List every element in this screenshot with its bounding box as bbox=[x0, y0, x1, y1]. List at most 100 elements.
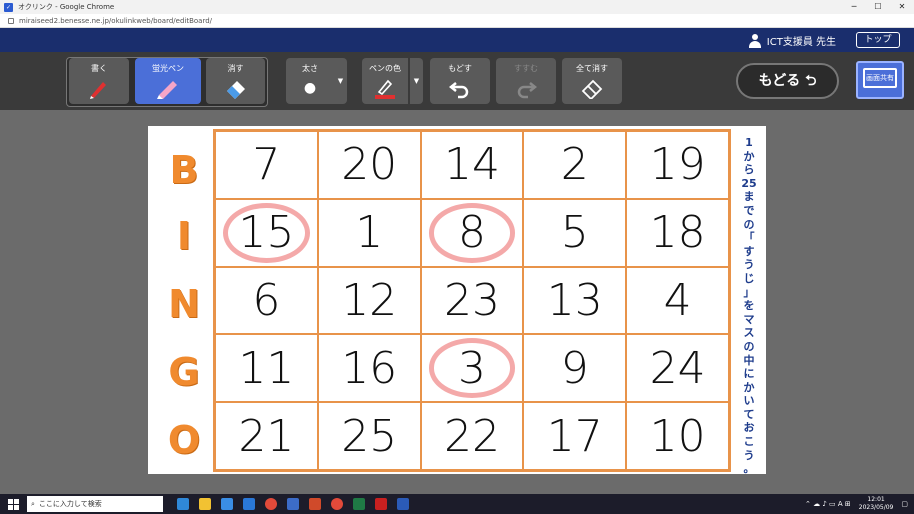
search-placeholder: ここに入力して検索 bbox=[38, 500, 102, 508]
bingo-cell[interactable]: 23 bbox=[420, 266, 524, 335]
bingo-cell[interactable]: 7 bbox=[215, 131, 318, 199]
tray-icons[interactable]: ⌃ ☁ ♪ ▭ A ⊞ bbox=[805, 500, 851, 508]
bingo-cell[interactable]: 19 bbox=[626, 131, 729, 199]
bingo-cell[interactable]: 21 bbox=[215, 402, 318, 470]
clear-all-label: 全て消す bbox=[576, 64, 608, 73]
app-header: ICT支援員 先生 トップ bbox=[0, 28, 914, 52]
user-info: ICT支援員 先生 bbox=[748, 33, 836, 48]
highlight-circle bbox=[428, 202, 516, 263]
pencil-icon bbox=[90, 82, 106, 99]
bingo-cell[interactable]: 2 bbox=[523, 131, 627, 199]
system-tray: ⌃ ☁ ♪ ▭ A ⊞ 12:01 2023/05/09 ▢ bbox=[805, 494, 908, 514]
clock-time: 12:01 bbox=[867, 496, 885, 503]
minimize-button[interactable]: ─ bbox=[842, 0, 866, 14]
bingo-cell[interactable]: 12 bbox=[317, 266, 421, 335]
excel-icon[interactable] bbox=[353, 498, 365, 510]
bingo-letter-i: I bbox=[176, 214, 192, 258]
user-icon bbox=[748, 33, 761, 48]
search-icon: ⌕ bbox=[31, 499, 35, 508]
bingo-cell[interactable]: 9 bbox=[523, 334, 627, 403]
lock-icon bbox=[8, 17, 14, 24]
top-button[interactable]: トップ bbox=[856, 32, 900, 48]
pen-color-label: ペンの色 bbox=[369, 64, 401, 73]
windows-start-icon[interactable] bbox=[8, 498, 19, 510]
chrome-icon[interactable] bbox=[331, 498, 343, 510]
highlighter-button[interactable]: 蛍光ペン bbox=[135, 58, 201, 104]
write-button[interactable]: 書く bbox=[69, 58, 129, 104]
highlighter-icon bbox=[157, 81, 177, 99]
windows-taskbar: ⌕ ここに入力して検索 ⌃ ☁ ♪ ▭ A ⊞ 12:01 2023/05/09… bbox=[0, 494, 914, 514]
screen-share-button[interactable]: 画面共有 bbox=[856, 61, 904, 99]
bingo-cell[interactable]: 5 bbox=[523, 198, 627, 267]
thickness-dropdown[interactable]: ▼ bbox=[334, 58, 347, 104]
clock[interactable]: 12:01 2023/05/09 bbox=[859, 496, 894, 512]
bingo-letter-n: N bbox=[168, 282, 200, 326]
bingo-cell[interactable]: 10 bbox=[626, 402, 729, 470]
bingo-letter-b: B bbox=[169, 148, 199, 192]
notification-icon[interactable]: ▢ bbox=[901, 500, 908, 508]
undo-button[interactable]: もどす bbox=[430, 58, 490, 104]
undo-icon bbox=[448, 82, 469, 99]
thickness-label: 太さ bbox=[302, 64, 318, 73]
bingo-cell[interactable]: 6 bbox=[215, 266, 318, 335]
redo-icon bbox=[517, 82, 538, 99]
bingo-cell[interactable]: 13 bbox=[523, 266, 627, 335]
redo-label: すすむ bbox=[514, 64, 538, 73]
bingo-board[interactable]: B I N G O 7 20 14 2 19 15 1 8 5 18 6 12 23 13 4 11 16 3 9 2… bbox=[148, 126, 766, 476]
user-name: ICT支援員 先生 bbox=[766, 37, 836, 48]
dot-icon: ● bbox=[303, 80, 317, 96]
back-label: もどる bbox=[758, 73, 801, 89]
folder-icon[interactable] bbox=[199, 498, 211, 510]
bingo-cell[interactable]: 17 bbox=[523, 402, 627, 470]
bingo-cell[interactable]: 16 bbox=[317, 334, 421, 403]
bingo-cell[interactable]: 11 bbox=[215, 334, 318, 403]
highlight-circle bbox=[223, 202, 310, 263]
bingo-cell[interactable]: 20 bbox=[317, 131, 421, 199]
eraser-icon bbox=[581, 79, 603, 99]
bingo-cell[interactable]: 25 bbox=[317, 402, 421, 470]
app-icon[interactable] bbox=[287, 498, 299, 510]
window-title: オクリンク - Google Chrome bbox=[18, 3, 115, 11]
eraser-icon bbox=[226, 81, 245, 99]
word-icon[interactable] bbox=[397, 498, 409, 510]
highlight-circle bbox=[428, 338, 516, 399]
thickness-button[interactable]: 太さ ● bbox=[286, 58, 334, 104]
url-text: miraiseed2.benesse.ne.jp/okulinkweb/boar… bbox=[19, 16, 213, 25]
back-button[interactable]: もどる ⮌ bbox=[736, 63, 839, 99]
bingo-cell[interactable]: 1 bbox=[317, 198, 421, 267]
bingo-cell[interactable]: 4 bbox=[626, 266, 729, 335]
powerpoint-icon[interactable] bbox=[309, 498, 321, 510]
app-icon: ✓ bbox=[4, 2, 13, 12]
pen-color-icon bbox=[375, 79, 395, 99]
redo-button[interactable]: すすむ bbox=[496, 58, 556, 104]
browser-titlebar: ✓ オクリンク - Google Chrome ─ ☐ ✕ bbox=[0, 0, 914, 14]
bingo-letter-g: G bbox=[168, 350, 200, 394]
close-button[interactable]: ✕ bbox=[890, 0, 914, 14]
bingo-letter-o: O bbox=[167, 418, 201, 462]
store-icon[interactable] bbox=[221, 498, 233, 510]
address-bar[interactable]: miraiseed2.benesse.ne.jp/okulinkweb/boar… bbox=[0, 14, 914, 28]
clock-date: 2023/05/09 bbox=[858, 504, 894, 511]
bingo-cell[interactable]: 14 bbox=[420, 131, 524, 199]
clear-all-button[interactable]: 全て消す bbox=[562, 58, 622, 104]
instruction-text: 1 から 25 までの「すうじ」をマスの中にかいておこう。 bbox=[741, 136, 757, 476]
screen-share-label: 画面共有 bbox=[863, 68, 897, 88]
bingo-cell[interactable]: 22 bbox=[420, 402, 524, 470]
bingo-grid[interactable]: 7 20 14 2 19 15 1 8 5 18 6 12 23 13 4 11 16 3 9 24 21 25 22 17 1… bbox=[213, 129, 731, 472]
write-label: 書く bbox=[91, 64, 107, 73]
bingo-cell[interactable]: 18 bbox=[626, 198, 729, 267]
edge-icon[interactable] bbox=[177, 498, 189, 510]
chrome-icon[interactable] bbox=[265, 498, 277, 510]
back-arrow-icon: ⮌ bbox=[805, 73, 817, 89]
acrobat-icon[interactable] bbox=[375, 498, 387, 510]
undo-label: もどす bbox=[448, 64, 472, 73]
bingo-cell[interactable]: 24 bbox=[626, 334, 729, 403]
erase-button[interactable]: 消す bbox=[206, 58, 265, 104]
erase-label: 消す bbox=[227, 64, 244, 73]
mail-icon[interactable] bbox=[243, 498, 255, 510]
pen-color-dropdown[interactable]: ▼ bbox=[410, 58, 423, 104]
highlighter-label: 蛍光ペン bbox=[152, 64, 184, 73]
pen-color-button[interactable]: ペンの色 bbox=[362, 58, 408, 104]
taskbar-search[interactable]: ⌕ ここに入力して検索 bbox=[27, 496, 163, 512]
maximize-button[interactable]: ☐ bbox=[866, 0, 890, 14]
